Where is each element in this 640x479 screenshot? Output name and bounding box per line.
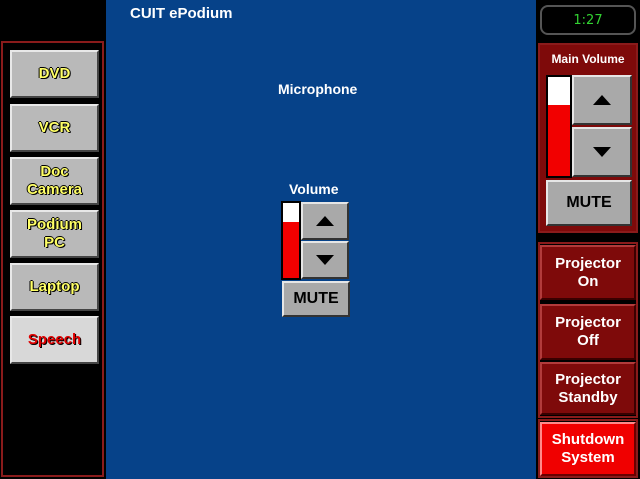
microphone-volume-label: Volume (289, 181, 339, 197)
source-label: Doc Camera (26, 163, 83, 198)
main-volume-up-button[interactable] (572, 75, 632, 125)
microphone-level-meter (281, 201, 301, 280)
projector-on-label: Projector On (555, 254, 621, 290)
main-volume-mute-button[interactable]: MUTE (546, 180, 632, 226)
source-label: DVD (38, 65, 71, 82)
app-title: CUIT ePodium (130, 5, 233, 22)
main-area: CUIT ePodium Microphone Volume MUTE (106, 0, 536, 479)
source-podium-pc-button[interactable]: Podium PC (10, 210, 99, 258)
source-label: Laptop (29, 278, 80, 295)
shutdown-label: Shutdown System (551, 431, 625, 466)
source-doc-camera-button[interactable]: Doc Camera (10, 157, 99, 205)
source-label: Speech (27, 331, 82, 348)
up-arrow-icon (593, 95, 611, 105)
source-panel: DVD VCR Doc Camera Podium PC Laptop Spee… (1, 41, 104, 477)
projector-standby-button[interactable]: Projector Standby (540, 362, 636, 415)
microphone-mute-button[interactable]: MUTE (282, 281, 350, 317)
projector-standby-label: Projector Standby (555, 370, 621, 406)
down-arrow-icon (316, 255, 334, 265)
main-volume-title: Main Volume (551, 52, 625, 66)
up-arrow-icon (316, 216, 334, 226)
main-volume-level-meter (546, 75, 572, 178)
microphone-volume-down-button[interactable] (301, 241, 349, 279)
mute-label: MUTE (293, 290, 339, 307)
projector-off-label: Projector Off (555, 314, 621, 349)
shutdown-system-button[interactable]: Shutdown System (540, 422, 636, 476)
source-label: VCR (38, 119, 71, 136)
source-dvd-button[interactable]: DVD (10, 50, 99, 98)
main-volume-panel: Main Volume MUTE (538, 43, 638, 233)
source-label: Podium PC (27, 216, 82, 251)
microphone-level-fill (283, 221, 299, 278)
clock-display: 1:27 (540, 5, 636, 35)
main-volume-level-fill (548, 104, 570, 176)
main-volume-down-button[interactable] (572, 127, 632, 177)
microphone-title: Microphone (278, 81, 358, 97)
source-vcr-button[interactable]: VCR (10, 104, 99, 152)
source-speech-button[interactable]: Speech (10, 316, 99, 364)
mute-label: MUTE (566, 194, 612, 211)
microphone-volume-up-button[interactable] (301, 202, 349, 240)
left-top-strip (0, 0, 106, 41)
projector-off-button[interactable]: Projector Off (540, 304, 636, 360)
down-arrow-icon (593, 147, 611, 157)
projector-on-button[interactable]: Projector On (540, 245, 636, 300)
source-laptop-button[interactable]: Laptop (10, 263, 99, 311)
